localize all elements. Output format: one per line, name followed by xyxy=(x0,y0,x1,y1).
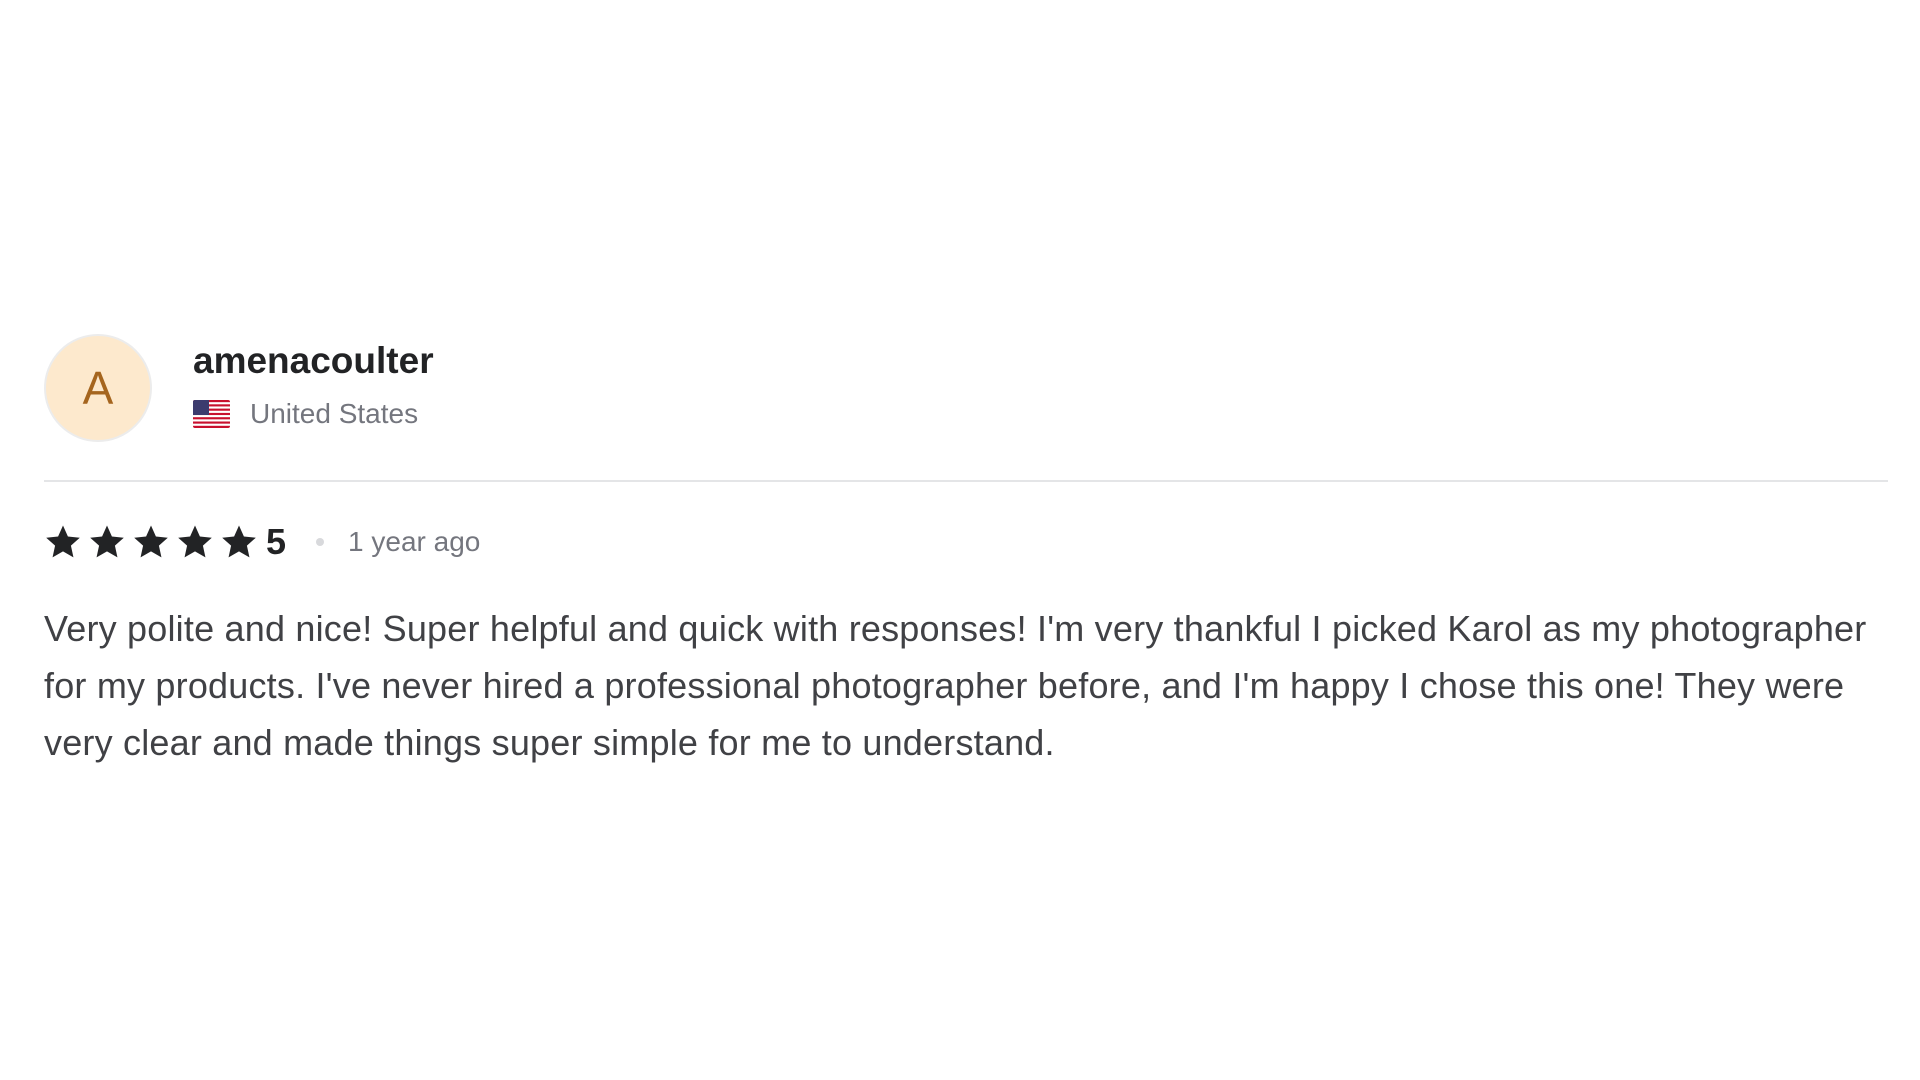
user-info: amenacoulter United States xyxy=(193,340,434,431)
rating-row: 5 1 year ago xyxy=(44,520,1888,564)
star-icon xyxy=(178,525,212,558)
review-header: A amenacoulter United States xyxy=(44,332,1888,444)
review-text: Very polite and nice! Super helpful and … xyxy=(44,608,1867,763)
separator-dot xyxy=(316,538,325,546)
review-time: 1 year ago xyxy=(348,526,481,557)
username[interactable]: amenacoulter xyxy=(193,339,434,383)
avatar-initial: A xyxy=(82,362,114,414)
star-icon xyxy=(46,525,80,558)
country-row: United States xyxy=(193,397,434,431)
star-icon xyxy=(134,525,168,558)
country-name: United States xyxy=(250,398,419,429)
star-rating xyxy=(44,523,264,561)
review-card: A amenacoulter United States 5 1 year ag… xyxy=(44,332,1888,807)
divider xyxy=(44,480,1888,482)
star-icon xyxy=(90,525,124,558)
avatar[interactable]: A xyxy=(44,334,152,442)
rating-value: 5 xyxy=(266,521,287,562)
star-icon xyxy=(222,525,256,558)
us-flag-icon xyxy=(193,400,230,428)
